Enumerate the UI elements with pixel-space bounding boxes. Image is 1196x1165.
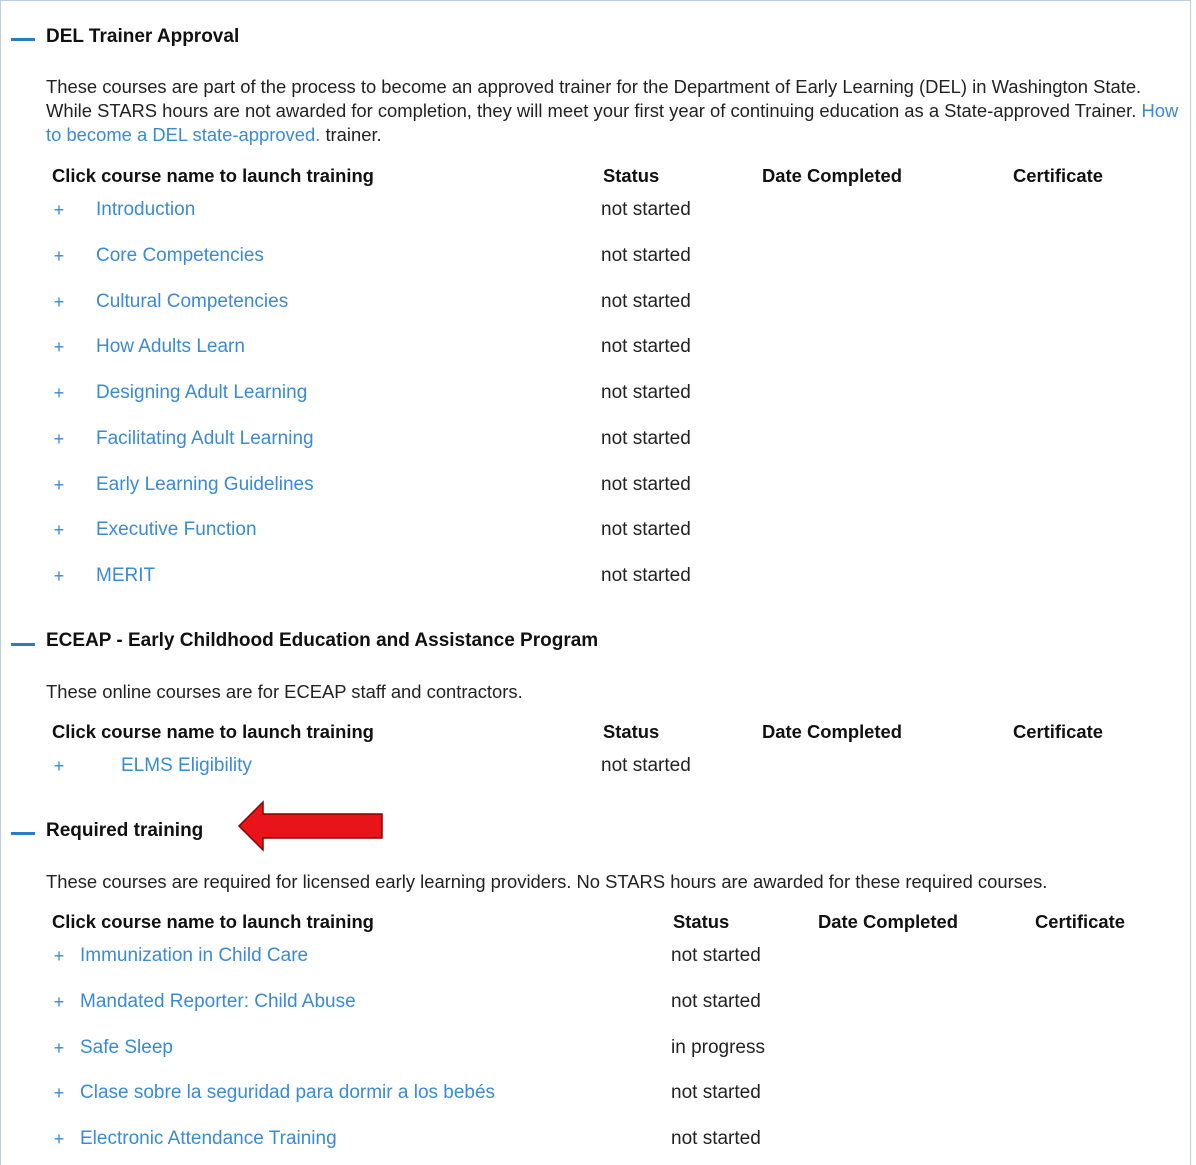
column-header-date-completed: Date Completed [762,721,902,742]
column-header-certificate: Certificate [1013,165,1103,186]
course-status: not started [601,199,691,220]
column-header-course: Click course name to launch training [52,721,374,742]
course-link[interactable]: MERIT [96,565,155,587]
course-status: not started [671,945,761,966]
course-status: not started [601,382,691,403]
expand-icon[interactable]: + [52,429,66,450]
course-status: not started [671,1128,761,1149]
course-link[interactable]: Executive Function [96,519,257,541]
course-link[interactable]: Introduction [96,199,195,221]
course-link[interactable]: Clase sobre la seguridad para dormir a l… [80,1082,495,1104]
course-status: not started [601,428,691,449]
section-description-del-trainer: These courses are part of the process to… [46,75,1191,147]
course-link[interactable]: ELMS Eligibility [121,755,252,777]
red-arrow-annotation [237,800,383,852]
course-status: not started [601,291,691,312]
section-title-required: Required training [46,820,204,841]
course-status: in progress [671,1037,765,1058]
course-link[interactable]: Designing Adult Learning [96,382,307,404]
expand-icon[interactable]: + [52,337,66,358]
course-link[interactable]: Mandated Reporter: Child Abuse [80,991,356,1013]
course-status: not started [671,991,761,1012]
section-title-eceap: ECEAP - Early Childhood Education and As… [46,630,599,651]
course-link[interactable]: Safe Sleep [80,1037,173,1059]
column-header-date-completed: Date Completed [762,165,902,186]
column-header-certificate: Certificate [1013,721,1103,742]
course-status: not started [601,474,691,495]
description-text-end: trainer. [320,124,382,145]
expand-icon[interactable]: + [52,475,66,496]
section-description-required: These courses are required for licensed … [46,871,1048,892]
expand-icon[interactable]: + [52,1129,66,1150]
expand-icon[interactable]: + [52,1083,66,1104]
course-link[interactable]: Core Competencies [96,245,264,267]
course-status: not started [671,1082,761,1103]
section-title-del-trainer: DEL Trainer Approval [46,26,240,47]
training-page: DEL Trainer Approval These courses are p… [0,0,1191,1165]
course-link[interactable]: How Adults Learn [96,336,245,358]
column-header-course: Click course name to launch training [52,165,374,186]
description-text: These courses are part of the process to… [46,76,1142,121]
expand-icon[interactable]: + [52,246,66,267]
collapse-toggle-del-trainer[interactable] [11,38,35,41]
course-link[interactable]: Early Learning Guidelines [96,474,314,496]
expand-icon[interactable]: + [52,200,66,221]
section-description-eceap: These online courses are for ECEAP staff… [46,681,523,702]
expand-icon[interactable]: + [52,1038,66,1059]
expand-icon[interactable]: + [52,566,66,587]
column-header-certificate: Certificate [1035,911,1125,932]
expand-icon[interactable]: + [52,946,66,967]
course-link[interactable]: Cultural Competencies [96,291,288,313]
course-status: not started [601,519,691,540]
course-status: not started [601,245,691,266]
collapse-toggle-eceap[interactable] [11,643,35,646]
course-link[interactable]: Electronic Attendance Training [80,1128,337,1150]
course-status: not started [601,565,691,586]
course-status: not started [601,336,691,357]
course-link[interactable]: Immunization in Child Care [80,945,308,967]
column-header-status: Status [673,911,730,932]
expand-icon[interactable]: + [52,756,66,777]
course-link[interactable]: Facilitating Adult Learning [96,428,314,450]
column-header-status: Status [603,721,660,742]
collapse-toggle-required[interactable] [11,832,35,835]
column-header-status: Status [603,165,660,186]
expand-icon[interactable]: + [52,520,66,541]
expand-icon[interactable]: + [52,292,66,313]
expand-icon[interactable]: + [52,992,66,1013]
column-header-date-completed: Date Completed [818,911,958,932]
column-header-course: Click course name to launch training [52,911,374,932]
course-status: not started [601,755,691,776]
expand-icon[interactable]: + [52,383,66,404]
